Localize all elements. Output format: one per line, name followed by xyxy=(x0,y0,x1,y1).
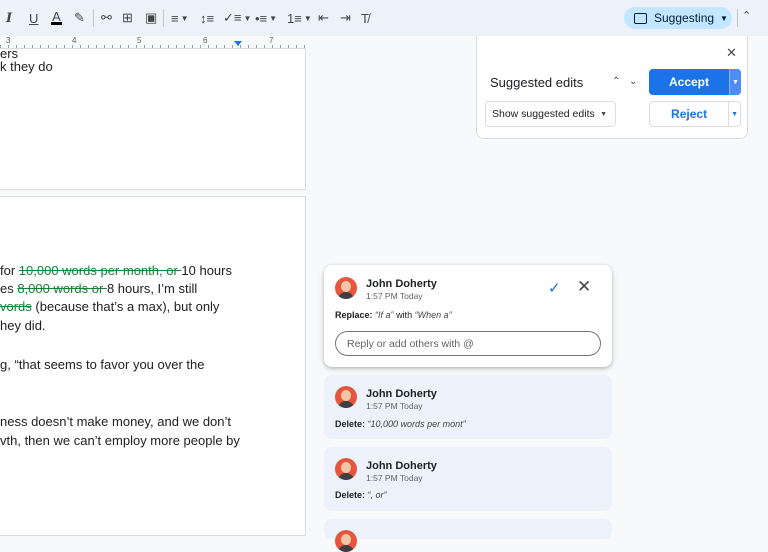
toolbar-divider xyxy=(93,9,94,27)
toolbar-divider xyxy=(163,9,164,27)
suggestion-card-active[interactable]: John Doherty 1:57 PM Today ✓ ✕ Replace: … xyxy=(324,265,612,367)
accept-all-button[interactable]: Accept ▼ xyxy=(649,69,741,95)
decrease-indent-icon[interactable]: ⇤ xyxy=(318,9,329,27)
reply-input[interactable]: Reply or add others with @ xyxy=(335,331,601,356)
reject-suggestion-close-icon[interactable]: ✕ xyxy=(577,277,591,297)
suggested-deletion: vords xyxy=(0,299,32,314)
document-text-line: hey did. xyxy=(0,318,46,333)
suggestion-card[interactable]: John Doherty 1:57 PM Today Delete: “, or… xyxy=(324,447,612,511)
chevron-down-icon: ▼ xyxy=(600,110,607,118)
document-text-line: g, “that seems to favor you over the xyxy=(0,357,205,372)
align-icon[interactable]: ≡ ▼ xyxy=(171,9,189,27)
accept-label: Accept xyxy=(668,75,709,89)
document-text-line: k they do xyxy=(0,59,53,74)
previous-suggestion-chevron-up-icon[interactable]: ⌃ xyxy=(612,76,620,87)
ruler-number: 7 xyxy=(269,36,274,45)
close-icon[interactable]: ✕ xyxy=(726,45,737,61)
highlight-color-icon[interactable]: ✎ xyxy=(74,9,85,27)
bulleted-list-icon[interactable]: •≡ ▼ xyxy=(255,9,277,27)
comment-author: John Doherty xyxy=(366,278,437,290)
accept-suggestion-check-icon[interactable]: ✓ xyxy=(548,279,561,297)
document-text-line: ness doesn’t make money, and we don’t xyxy=(0,414,232,429)
suggesting-mode-label: Suggesting xyxy=(654,11,715,25)
reject-all-button[interactable]: Reject ▼ xyxy=(649,101,741,127)
document-page[interactable]: for 10,000 words per month, or 10 hours … xyxy=(0,196,306,536)
suggestion-card[interactable]: John Doherty 1:57 PM Today Delete: “10,0… xyxy=(324,375,612,439)
document-text-line: for 10,000 words per month, or 10 hours xyxy=(0,263,232,278)
comment-author: John Doherty xyxy=(366,388,437,400)
comment-author: John Doherty xyxy=(366,460,437,472)
suggested-edits-panel: ✕ Suggested edits ⌃ ⌄ Accept ▼ Show sugg… xyxy=(476,36,748,139)
add-comment-icon[interactable]: ⊞ xyxy=(122,9,133,27)
suggestion-description: Delete: “, or” xyxy=(335,490,387,500)
line-spacing-icon[interactable]: ↕≡ xyxy=(200,9,214,27)
numbered-list-icon[interactable]: 1≡ ▼ xyxy=(287,9,312,27)
show-suggested-edits-value: Show suggested edits xyxy=(492,108,595,120)
suggestion-card[interactable] xyxy=(324,519,612,552)
insert-image-icon[interactable]: ▣ xyxy=(145,9,157,27)
reject-options-chevron-down-icon[interactable]: ▼ xyxy=(728,102,740,126)
avatar xyxy=(335,277,357,299)
ruler-number: 6 xyxy=(203,36,208,45)
italic-icon[interactable]: I xyxy=(6,9,12,27)
increase-indent-icon[interactable]: ⇥ xyxy=(340,9,351,27)
ruler-number: 4 xyxy=(72,36,77,45)
document-text-line: es 8,000 words or 8 hours, I’m still xyxy=(0,281,198,296)
ruler-number: 5 xyxy=(137,36,142,45)
comment-time: 1:57 PM Today xyxy=(366,291,423,301)
horizontal-ruler[interactable] xyxy=(0,40,306,49)
comment-time: 1:57 PM Today xyxy=(366,473,423,483)
avatar xyxy=(335,530,357,552)
document-text-line: vth, then we can’t employ more people by xyxy=(0,433,240,448)
suggestion-description: Delete: “10,000 words per mont” xyxy=(335,419,466,429)
suggest-edit-icon xyxy=(634,12,647,24)
insert-link-icon[interactable]: ⚯ xyxy=(101,9,112,27)
next-suggestion-chevron-down-icon[interactable]: ⌄ xyxy=(629,76,637,87)
checklist-icon[interactable]: ✓≡ ▼ xyxy=(223,9,251,27)
reject-label: Reject xyxy=(671,107,708,121)
toolbar-divider xyxy=(737,9,738,27)
suggesting-mode-button[interactable]: Suggesting ▼ xyxy=(624,7,732,29)
text-color-icon[interactable]: A xyxy=(51,9,62,27)
toolbar: I U A ✎ ⚯ ⊞ ▣ ≡ ▼ ↕≡ ✓≡ ▼ •≡ ▼ 1≡ ▼ ⇤ ⇥ T̸ S… xyxy=(0,0,768,36)
avatar xyxy=(335,458,357,480)
avatar xyxy=(335,386,357,408)
document-page[interactable]: ers k they do xyxy=(0,46,306,190)
underline-icon[interactable]: U xyxy=(29,9,38,27)
accept-options-chevron-down-icon[interactable]: ▼ xyxy=(729,69,741,95)
hide-menus-chevron-up-icon[interactable]: ⌃ xyxy=(742,9,751,22)
chevron-down-icon: ▼ xyxy=(720,13,728,23)
indent-marker[interactable] xyxy=(234,41,242,46)
suggestion-description: Replace: “If a” with “When a” xyxy=(335,310,452,320)
ruler-number: 3 xyxy=(6,36,11,45)
show-suggested-edits-select[interactable]: Show suggested edits ▼ xyxy=(485,101,616,127)
document-text-line: vords (because that’s a max), but only xyxy=(0,299,220,314)
suggested-deletion: 10,000 words per month, or xyxy=(18,263,182,278)
clear-formatting-icon[interactable]: T̸ xyxy=(361,9,369,27)
comment-time: 1:57 PM Today xyxy=(366,401,423,411)
suggested-edits-title: Suggested edits xyxy=(490,75,584,90)
suggested-deletion: 8,000 words or xyxy=(17,281,107,296)
